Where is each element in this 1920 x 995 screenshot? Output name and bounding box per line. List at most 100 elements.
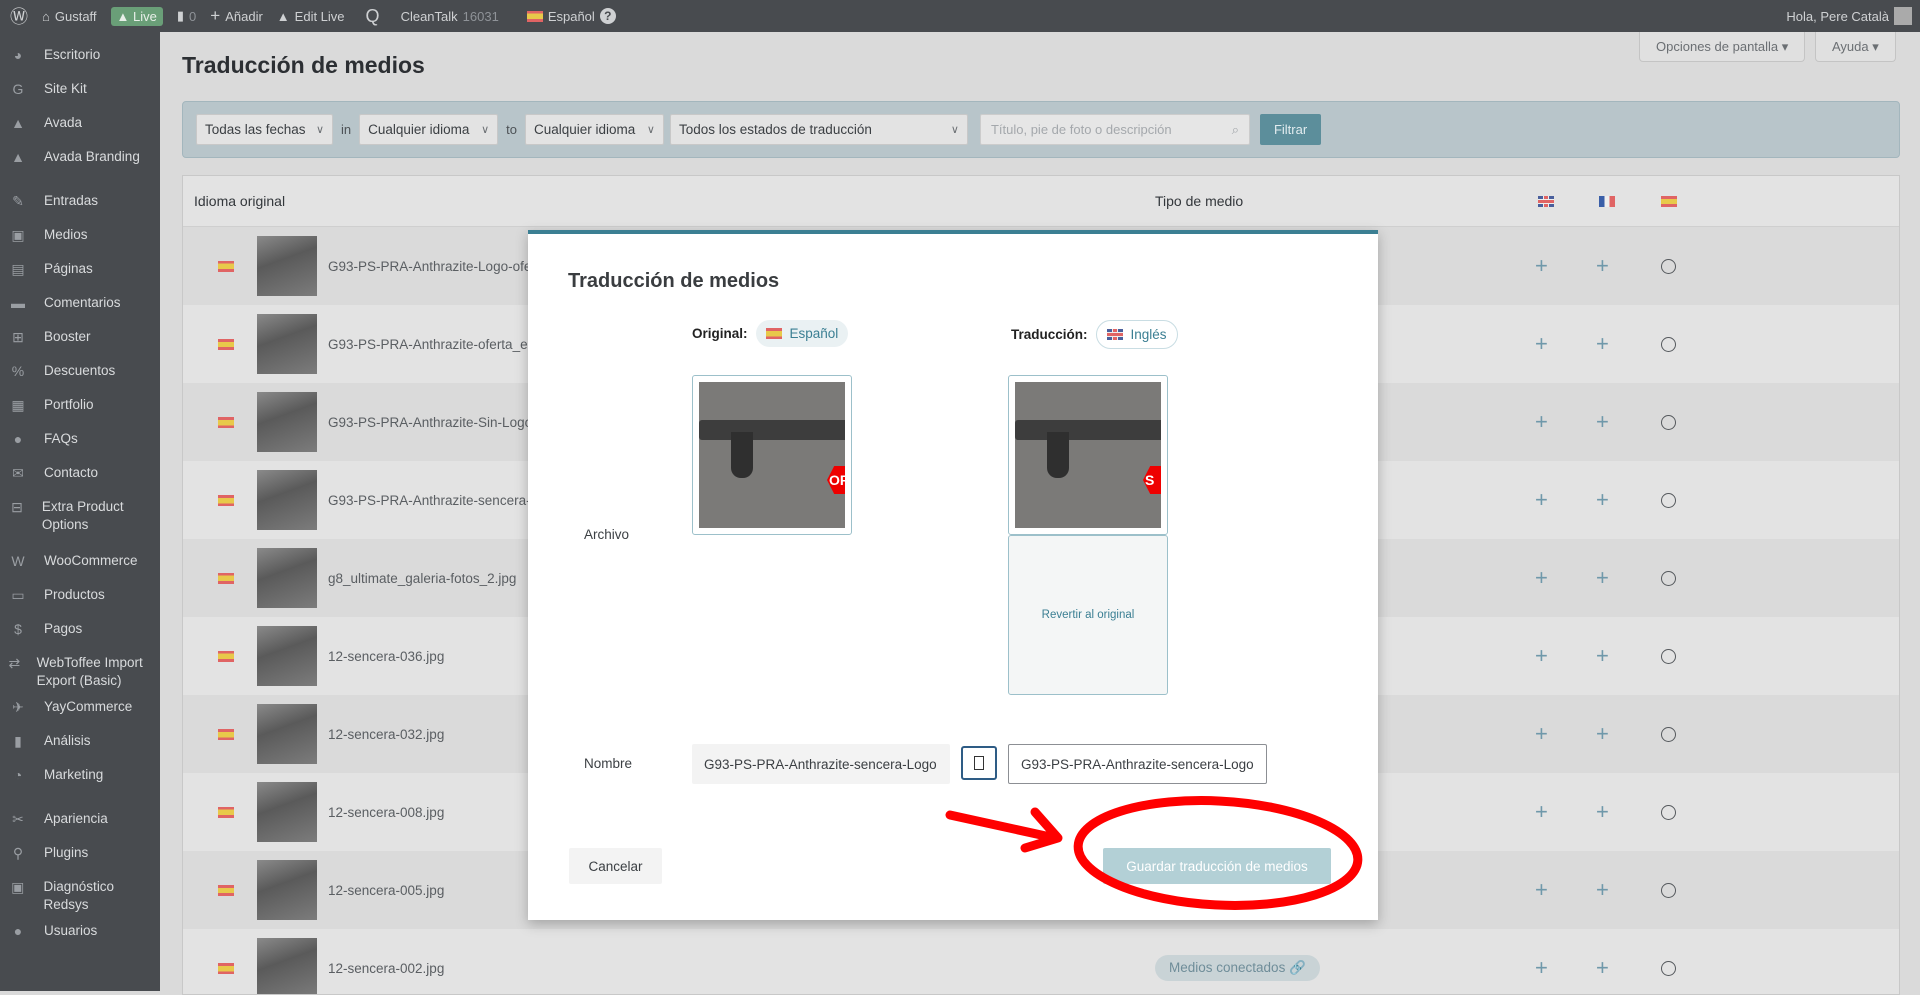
media-thumbnail[interactable] (257, 938, 317, 994)
add-english-translation-icon[interactable]: + (1535, 565, 1548, 591)
cancel-button[interactable]: Cancelar (569, 848, 662, 884)
sidebar-item-medios[interactable]: ▣ Medios (0, 218, 160, 252)
file-name[interactable]: 12-sencera-008.jpg (328, 805, 444, 820)
filter-button[interactable]: Filtrar (1259, 114, 1322, 145)
add-english-translation-icon[interactable]: + (1535, 955, 1548, 981)
site-link[interactable]: ⌂ Gustaff (35, 0, 104, 32)
cleantalk-link[interactable]: CleanTalk 16031 (394, 0, 506, 32)
save-translation-button[interactable]: Guardar traducción de medios (1103, 848, 1331, 884)
sidebar-item-paginas[interactable]: ▤ Páginas (0, 252, 160, 286)
file-name[interactable]: 12-sencera-036.jpg (328, 649, 444, 664)
french-flag-icon (1599, 196, 1615, 207)
add-french-translation-icon[interactable]: + (1596, 721, 1609, 747)
sidebar-item-site[interactable]: G Site Kit (0, 72, 160, 106)
revert-to-original-button[interactable]: Revertir al original (1008, 535, 1168, 695)
add-english-translation-icon[interactable]: + (1535, 253, 1548, 279)
globe-icon[interactable] (1661, 804, 1676, 820)
sidebar-item-productos[interactable]: ▭ Productos (0, 578, 160, 612)
add-english-translation-icon[interactable]: + (1535, 877, 1548, 903)
add-english-translation-icon[interactable]: + (1535, 799, 1548, 825)
user-menu[interactable]: Hola, Pere Català (1779, 0, 1920, 32)
globe-icon[interactable] (1661, 336, 1676, 352)
sidebar-item-plugins[interactable]: ⚲ Plugins (0, 836, 160, 870)
globe-icon[interactable] (1661, 492, 1676, 508)
sidebar-item-entradas[interactable]: ✎ Entradas (0, 184, 160, 218)
language-switcher[interactable]: Español? (520, 0, 623, 32)
sidebar-item-avada[interactable]: ▲ Avada (0, 106, 160, 140)
connected-media-badge[interactable]: Medios conectados 🔗 (1155, 955, 1320, 981)
add-french-translation-icon[interactable]: + (1596, 799, 1609, 825)
add-french-translation-icon[interactable]: + (1596, 643, 1609, 669)
live-button[interactable]: ▲ Live (104, 0, 170, 32)
sidebar-item-webtoffee[interactable]: ⇄ WebToffee Import Export (Basic) (0, 646, 160, 690)
screen-options-button[interactable]: Opciones de pantalla ▾ (1639, 32, 1806, 62)
translated-image[interactable]: S (1008, 375, 1168, 535)
add-new-link[interactable]: + Añadir (203, 0, 270, 32)
to-language-filter[interactable]: Cualquier idioma ∨ (524, 114, 664, 145)
sidebar-item-booster[interactable]: ⊞ Booster (0, 320, 160, 354)
add-english-translation-icon[interactable]: + (1535, 721, 1548, 747)
add-french-translation-icon[interactable]: + (1596, 955, 1609, 981)
sidebar-item-yaycommerce[interactable]: ✈ YayCommerce (0, 690, 160, 724)
help-button[interactable]: Ayuda ▾ (1815, 32, 1896, 62)
media-thumbnail[interactable] (257, 860, 317, 920)
search-input[interactable]: Título, pie de foto o descripción ⌕ (979, 114, 1250, 145)
media-thumbnail[interactable] (257, 470, 317, 530)
add-french-translation-icon[interactable]: + (1596, 877, 1609, 903)
add-french-translation-icon[interactable]: + (1596, 253, 1609, 279)
globe-icon[interactable] (1661, 960, 1676, 976)
file-name[interactable]: g8_ultimate_galeria-fotos_2.jpg (328, 571, 516, 586)
file-name[interactable]: 12-sencera-032.jpg (328, 727, 444, 742)
add-english-translation-icon[interactable]: + (1535, 487, 1548, 513)
globe-icon[interactable] (1661, 570, 1676, 586)
translated-name-input[interactable]: G93-PS-PRA-Anthrazite-sencera-Logo (1008, 744, 1267, 784)
comments-link[interactable]: ▮ 0 (170, 0, 203, 32)
add-french-translation-icon[interactable]: + (1596, 487, 1609, 513)
media-thumbnail[interactable] (257, 392, 317, 452)
file-name[interactable]: G93-PS-PRA-Anthrazite-Sin-Logo.jpg (328, 415, 554, 430)
globe-icon[interactable] (1661, 414, 1676, 430)
copy-name-button[interactable] (961, 746, 997, 780)
file-name[interactable]: 12-sencera-002.jpg (328, 961, 444, 976)
seo-icon[interactable]: Q (352, 0, 394, 32)
from-language-filter[interactable]: Cualquier idioma ∨ (359, 114, 499, 145)
globe-icon[interactable] (1661, 882, 1676, 898)
globe-icon[interactable] (1661, 648, 1676, 664)
sidebar-item-comentarios[interactable]: ▬ Comentarios (0, 286, 160, 320)
media-thumbnail[interactable] (257, 704, 317, 764)
sidebar-item-escritorio[interactable]: ◕ Escritorio (0, 38, 160, 72)
media-thumbnail[interactable] (257, 548, 317, 608)
sidebar-item-contacto[interactable]: ✉ Contacto (0, 456, 160, 490)
add-french-translation-icon[interactable]: + (1596, 331, 1609, 357)
globe-icon[interactable] (1661, 726, 1676, 742)
globe-icon[interactable] (1661, 258, 1676, 274)
status-filter[interactable]: Todos los estados de traducción ∨ (669, 114, 968, 145)
sidebar-item-woocommerce[interactable]: W WooCommerce (0, 544, 160, 578)
sidebar-item-pagos[interactable]: $ Pagos (0, 612, 160, 646)
add-french-translation-icon[interactable]: + (1596, 565, 1609, 591)
add-french-translation-icon[interactable]: + (1596, 409, 1609, 435)
sidebar-item-descuentos[interactable]: % Descuentos (0, 354, 160, 388)
sidebar-item-avada[interactable]: ▲ Avada Branding (0, 140, 160, 174)
sidebar-item-apariencia[interactable]: ✂ Apariencia (0, 802, 160, 836)
date-filter[interactable]: Todas las fechas ∨ (196, 114, 333, 145)
sidebar-item-usuarios[interactable]: ● Usuarios (0, 914, 160, 948)
sidebar-item-analisis[interactable]: ▮ Análisis (0, 724, 160, 758)
media-thumbnail[interactable] (257, 626, 317, 686)
media-thumbnail[interactable] (257, 314, 317, 374)
file-name[interactable]: 12-sencera-005.jpg (328, 883, 444, 898)
sidebar-item-faqs[interactable]: ● FAQs (0, 422, 160, 456)
add-english-translation-icon[interactable]: + (1535, 331, 1548, 357)
file-name[interactable]: G93-PS-PRA-Anthrazite-oferta_en.jpg (328, 337, 557, 352)
sidebar-item-portfolio[interactable]: ▦ Portfolio (0, 388, 160, 422)
sidebar-item-marketing[interactable]: ◔ Marketing (0, 758, 160, 792)
help-icon[interactable]: ? (599, 8, 616, 24)
wordpress-logo-icon[interactable]: Ⓦ (0, 0, 35, 32)
add-english-translation-icon[interactable]: + (1535, 643, 1548, 669)
sidebar-item-diagnostico[interactable]: ▣ Diagnóstico Redsys (0, 870, 160, 914)
edit-live-link[interactable]: ▲ Edit Live (270, 0, 352, 32)
media-thumbnail[interactable] (257, 236, 317, 296)
sidebar-item-extra[interactable]: ⊟ Extra Product Options (0, 490, 160, 534)
media-thumbnail[interactable] (257, 782, 317, 842)
add-english-translation-icon[interactable]: + (1535, 409, 1548, 435)
